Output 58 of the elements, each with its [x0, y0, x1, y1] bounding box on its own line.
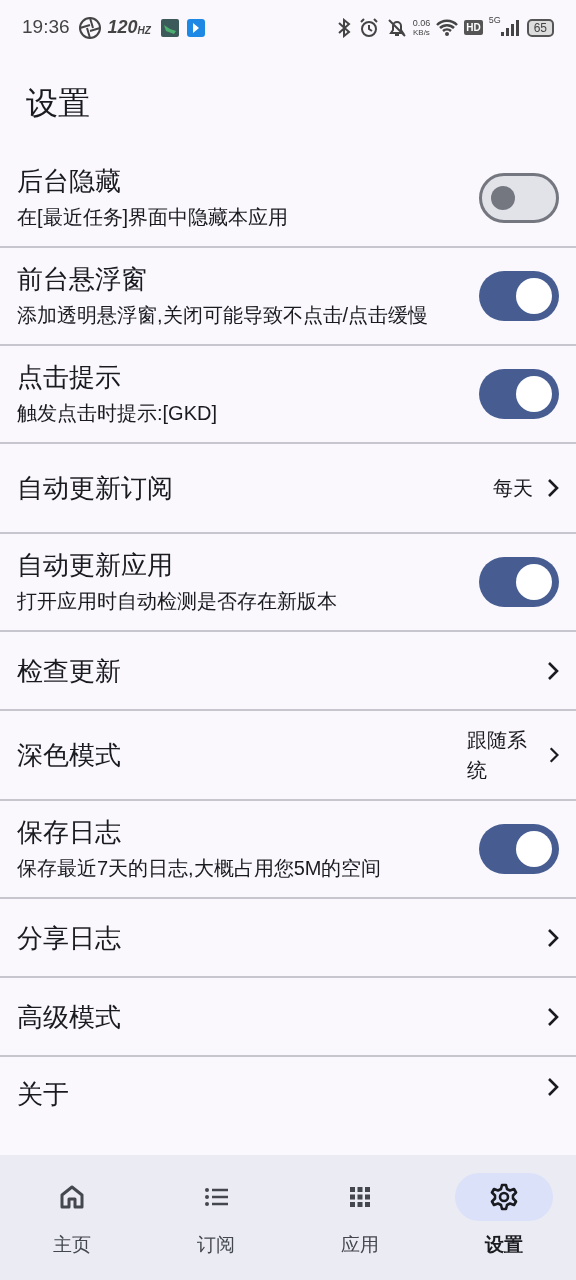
setting-description: 触发点击时提示:[GKD]: [17, 401, 218, 426]
setting-title: 点击提示: [17, 361, 122, 394]
nav-tab[interactable]: 主页: [0, 1155, 144, 1280]
chevron-right-icon: [547, 1077, 559, 1097]
toggle-switch[interactable]: [479, 824, 559, 874]
setting-title: 分享日志: [17, 921, 122, 955]
setting-value: 跟随系统: [467, 728, 528, 783]
toggle-switch[interactable]: [479, 369, 559, 419]
battery-indicator: 65: [526, 18, 554, 37]
nav-tab[interactable]: 设置: [432, 1155, 576, 1280]
net-unit: KB/s: [412, 27, 430, 37]
signal-icon: [500, 19, 519, 36]
chevron-right-icon: [547, 1006, 559, 1027]
setting-title: 后台隐藏: [17, 165, 122, 198]
settings-item[interactable]: 自动更新订阅 每天: [0, 444, 576, 534]
setting-title: 自动更新订阅: [17, 472, 174, 505]
chevron-right-icon: [547, 478, 559, 498]
settings-item[interactable]: 关于: [0, 1057, 576, 1136]
settings-item[interactable]: 检查更新: [0, 632, 576, 711]
setting-description: 添加透明悬浮窗,关闭可能导致不点击/点击缓慢: [17, 303, 430, 328]
setting-title: 高级模式: [17, 1000, 122, 1034]
setting-title: 关于: [17, 1078, 70, 1111]
setting-value: 每天: [493, 476, 533, 501]
aperture-icon: [77, 15, 102, 40]
setting-description: 保存最近7天的日志,大概占用您5M的空间: [17, 856, 383, 881]
hd-badge: HD: [464, 20, 483, 35]
chevron-right-icon: [547, 660, 559, 681]
home-icon: [58, 1183, 86, 1211]
setting-description: 在[最近任务]界面中隐藏本应用: [17, 205, 290, 230]
bluetooth-icon: [336, 17, 351, 38]
bell-muted-icon: [386, 17, 407, 38]
net-speed: 0.06: [412, 18, 431, 28]
app-icon: [160, 18, 179, 37]
toggle-switch[interactable]: [479, 557, 559, 607]
settings-item[interactable]: 高级模式: [0, 978, 576, 1057]
settings-item[interactable]: 深色模式 跟随系统: [0, 711, 576, 801]
setting-description: 打开应用时自动检测是否存在新版本: [17, 589, 338, 614]
toggle-switch[interactable]: [479, 271, 559, 321]
refresh-unit: HZ: [137, 25, 151, 38]
setting-title: 自动更新应用: [17, 549, 174, 582]
refresh-rate: 120: [107, 16, 138, 39]
setting-title: 前台悬浮窗: [17, 263, 148, 296]
alarm-icon: [358, 17, 379, 38]
app-icon: [186, 18, 205, 37]
network-type: 5G: [488, 14, 501, 27]
chevron-right-icon: [548, 745, 559, 765]
setting-title: 检查更新: [17, 654, 122, 688]
nav-tab[interactable]: 订阅: [144, 1155, 288, 1280]
settings-icon: [490, 1183, 518, 1211]
nav-tab[interactable]: 应用: [288, 1155, 432, 1280]
wifi-icon: [436, 18, 459, 37]
chevron-right-icon: [547, 927, 559, 948]
settings-item[interactable]: 分享日志: [0, 899, 576, 978]
page-title: 设置: [26, 83, 90, 123]
toggle-switch[interactable]: [479, 173, 559, 223]
setting-title: 深色模式: [17, 739, 122, 772]
clock: 19:36: [22, 15, 70, 40]
setting-title: 保存日志: [17, 816, 122, 849]
